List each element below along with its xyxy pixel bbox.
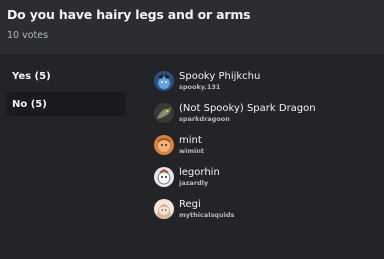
voter-display-name: Spooky Phijkchu [179,70,261,82]
dragon-avatar-icon[interactable] [154,103,174,123]
blue-character-avatar-icon[interactable] [154,71,174,91]
voter-row[interactable]: Spooky Phijkchu spooky.131 [154,65,376,97]
poll-option-yes[interactable]: Yes (5) [6,64,126,88]
voter-display-name: legorhin [179,166,220,178]
poll-header: Do you have hairy legs and or arms 10 vo… [7,7,376,41]
voters-list: Spooky Phijkchu spooky.131 (Not Spooky) … [154,65,376,225]
poll-results-panel: Yes (5) No (5) Spooky Phijkchu spooky.13… [0,56,384,259]
poll-question: Do you have hairy legs and or arms [7,7,251,22]
poll-option-no[interactable]: No (5) [6,92,126,116]
voter-display-name: (Not Spooky) Spark Dragon [179,102,316,114]
voter-username: sparkdragoon [179,114,230,123]
voter-row[interactable]: legorhin jazardly [154,161,376,193]
girl-avatar-icon[interactable] [154,199,174,219]
orange-character-avatar-icon[interactable] [154,135,174,155]
voter-username: spooky.131 [179,82,221,91]
character-avatar-icon[interactable] [154,167,174,187]
voter-username: jazardly [179,178,209,187]
voter-row[interactable]: (Not Spooky) Spark Dragon sparkdragoon [154,97,376,129]
voter-display-name: Regi [179,198,201,210]
vote-count: 10 votes [7,30,49,41]
poll-option-label: Yes (5) [12,70,51,82]
voter-row[interactable]: Regi mythicalsquids [154,193,376,225]
poll-options-list: Yes (5) No (5) [6,64,126,120]
voter-username: wimint [179,146,204,155]
voter-display-name: mint [179,134,202,146]
voter-row[interactable]: mint wimint [154,129,376,161]
poll-option-label: No (5) [12,98,47,110]
voter-username: mythicalsquids [179,210,235,219]
